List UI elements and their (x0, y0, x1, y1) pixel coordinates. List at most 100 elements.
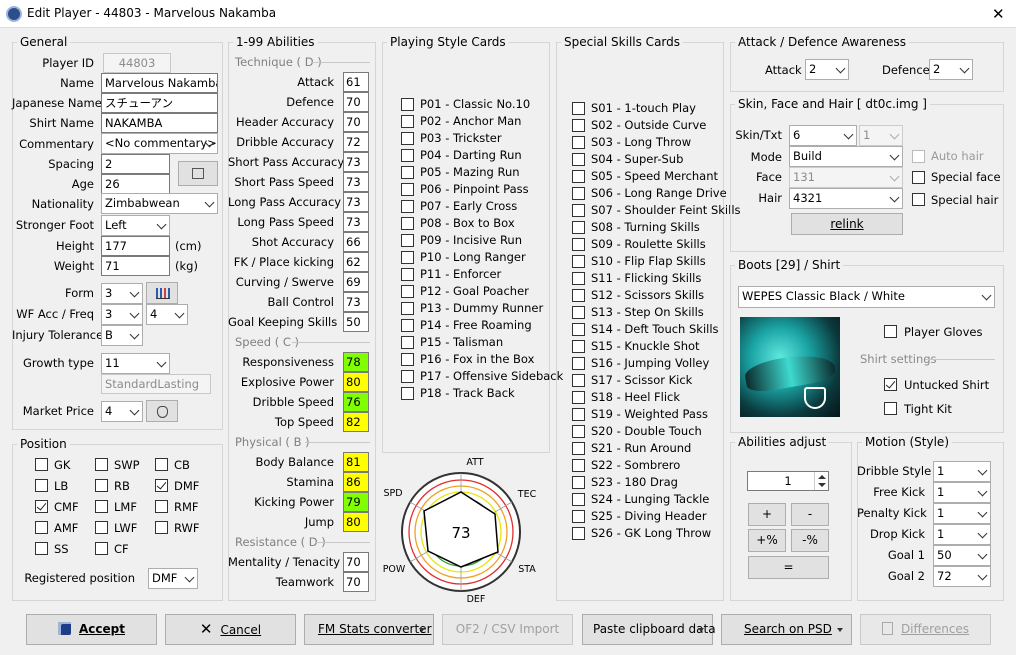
special-skill-s17-checkbox[interactable] (572, 374, 585, 387)
special-skill-s16-checkbox[interactable] (572, 357, 585, 370)
close-icon[interactable]: ✕ (992, 5, 1005, 23)
playing-style-p06-checkbox[interactable] (401, 183, 414, 196)
player-gloves-checkbox[interactable] (884, 325, 897, 338)
position-rwf-checkbox[interactable] (155, 521, 168, 534)
differences-button[interactable]: Differences (860, 614, 991, 645)
registered-position-select[interactable]: DMF (148, 568, 198, 589)
special-skill-s19-checkbox[interactable] (572, 408, 585, 421)
position-lwf-checkbox[interactable] (95, 521, 108, 534)
name-field[interactable]: Marvelous Nakamba (101, 73, 218, 93)
age-calc-button[interactable] (178, 161, 218, 186)
motion-penalty-kick-select[interactable]: 1 (933, 503, 991, 524)
playing-style-p09-checkbox[interactable] (401, 234, 414, 247)
adjust-spinner[interactable] (814, 472, 828, 490)
paste-dropdown-icon[interactable] (698, 628, 704, 632)
ability-body-balance-field[interactable]: 81 (343, 452, 369, 472)
playing-style-p01-checkbox[interactable] (401, 98, 414, 111)
auto-hair-checkbox[interactable] (912, 150, 925, 163)
weight-field[interactable]: 71 (101, 256, 170, 276)
special-skill-s23-checkbox[interactable] (572, 476, 585, 489)
position-rb-checkbox[interactable] (95, 479, 108, 492)
ability-defence-field[interactable]: 70 (343, 92, 369, 112)
special-skill-s26-checkbox[interactable] (572, 527, 585, 540)
special-skill-s08-checkbox[interactable] (572, 221, 585, 234)
ability-short-pass-speed-field[interactable]: 73 (343, 172, 369, 192)
form-chart-button[interactable] (146, 282, 178, 304)
motion-goal-2-select[interactable]: 72 (933, 566, 991, 587)
stronger-foot-select[interactable]: Left (101, 215, 170, 236)
motion-dribble-style-select[interactable]: 1 (933, 461, 991, 482)
special-skill-s03-checkbox[interactable] (572, 136, 585, 149)
playing-style-p04-checkbox[interactable] (401, 149, 414, 162)
spin-up-icon[interactable] (818, 475, 826, 479)
position-swp-checkbox[interactable] (95, 458, 108, 471)
playing-style-p08-checkbox[interactable] (401, 217, 414, 230)
search-psd-button[interactable]: Search on PSD (721, 614, 852, 645)
txt-select[interactable]: 1 (859, 125, 903, 146)
playing-style-p02-checkbox[interactable] (401, 115, 414, 128)
special-skill-s02-checkbox[interactable] (572, 119, 585, 132)
spacing-field[interactable]: 2 (101, 154, 170, 174)
age-field[interactable]: 26 (101, 174, 170, 194)
ability-goal-keeping-skills-field[interactable]: 50 (343, 312, 369, 332)
accept-button[interactable]: Accept (26, 614, 157, 645)
adjust-minus-button[interactable]: - (791, 503, 829, 526)
ability-curving-swerve-field[interactable]: 69 (343, 272, 369, 292)
japanese-name-field[interactable]: スチューアン (101, 93, 218, 113)
playing-style-p15-checkbox[interactable] (401, 336, 414, 349)
position-amf-checkbox[interactable] (35, 521, 48, 534)
playing-style-p03-checkbox[interactable] (401, 132, 414, 145)
mode-select[interactable]: Build (789, 146, 903, 167)
special-hair-checkbox[interactable] (912, 193, 925, 206)
ability-dribble-accuracy-field[interactable]: 72 (343, 132, 369, 152)
adjust-plus-button[interactable]: + (748, 503, 786, 526)
wf-acc-select[interactable]: 3 (101, 304, 143, 325)
hair-select[interactable]: 4321 (789, 188, 903, 209)
ability-fk-place-kicking-field[interactable]: 62 (343, 252, 369, 272)
boots-select[interactable]: WEPES Classic Black / White (738, 286, 995, 308)
ability-responsiveness-field[interactable]: 78 (343, 352, 369, 372)
special-skill-s18-checkbox[interactable] (572, 391, 585, 404)
attack-awareness-select[interactable]: 2 (805, 59, 849, 80)
player-id-field[interactable]: 44803 (103, 53, 171, 73)
wf-freq-select[interactable]: 4 (146, 304, 188, 325)
height-field[interactable]: 177 (101, 236, 170, 256)
adjust-plus-percent-button[interactable]: +% (748, 529, 786, 552)
injury-select[interactable]: B (101, 325, 143, 346)
special-skill-s22-checkbox[interactable] (572, 459, 585, 472)
playing-style-p14-checkbox[interactable] (401, 319, 414, 332)
face-select[interactable]: 131 (789, 167, 903, 188)
form-select[interactable]: 3 (101, 283, 143, 304)
motion-free-kick-select[interactable]: 1 (933, 482, 991, 503)
special-skill-s13-checkbox[interactable] (572, 306, 585, 319)
nationality-select[interactable]: Zimbabwean (101, 193, 218, 214)
special-skill-s05-checkbox[interactable] (572, 170, 585, 183)
ability-top-speed-field[interactable]: 82 (343, 412, 369, 432)
adjust-equal-button[interactable]: = (748, 556, 829, 579)
special-skill-s11-checkbox[interactable] (572, 272, 585, 285)
skin-select[interactable]: 6 (789, 125, 857, 146)
ability-jump-field[interactable]: 80 (343, 512, 369, 532)
tight-kit-checkbox[interactable] (884, 402, 897, 415)
playing-style-p18-checkbox[interactable] (401, 387, 414, 400)
fm-stats-dropdown-icon[interactable] (419, 628, 425, 632)
special-skill-s25-checkbox[interactable] (572, 510, 585, 523)
motion-drop-kick-select[interactable]: 1 (933, 524, 991, 545)
playing-style-p05-checkbox[interactable] (401, 166, 414, 179)
special-skill-s06-checkbox[interactable] (572, 187, 585, 200)
special-skill-s07-checkbox[interactable] (572, 204, 585, 217)
position-lmf-checkbox[interactable] (95, 500, 108, 513)
of2-csv-import-button[interactable]: OF2 / CSV Import (442, 614, 573, 645)
playing-style-p17-checkbox[interactable] (401, 370, 414, 383)
position-lb-checkbox[interactable] (35, 479, 48, 492)
adjust-minus-percent-button[interactable]: -% (791, 529, 829, 552)
ability-header-accuracy-field[interactable]: 70 (343, 112, 369, 132)
ability-short-pass-accuracy-field[interactable]: 73 (343, 152, 369, 172)
special-skill-s14-checkbox[interactable] (572, 323, 585, 336)
position-gk-checkbox[interactable] (35, 458, 48, 471)
special-skill-s12-checkbox[interactable] (572, 289, 585, 302)
position-cf-checkbox[interactable] (95, 542, 108, 555)
special-skill-s15-checkbox[interactable] (572, 340, 585, 353)
relink-button[interactable]: relink (791, 213, 903, 235)
playing-style-p10-checkbox[interactable] (401, 251, 414, 264)
